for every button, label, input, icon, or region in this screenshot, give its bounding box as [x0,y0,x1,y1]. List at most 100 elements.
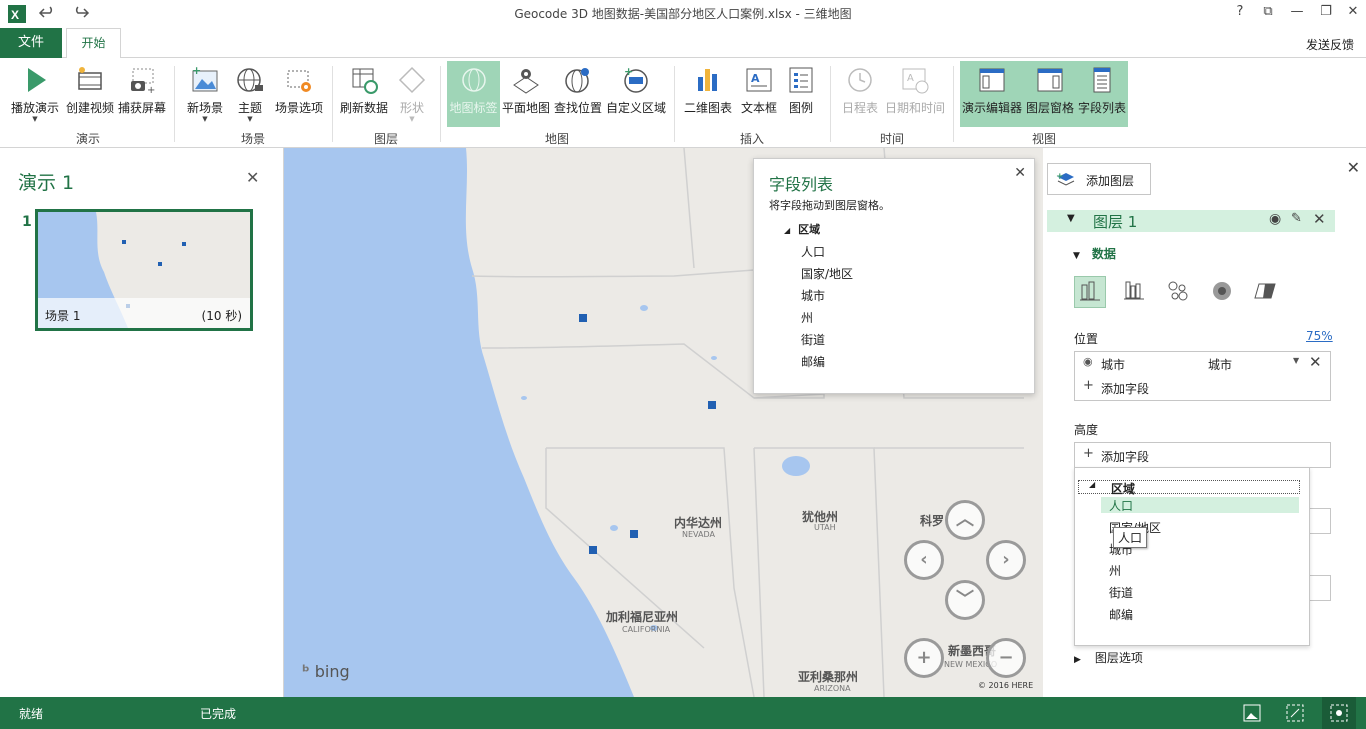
field-item[interactable]: 人口 [801,241,853,263]
ribbon-separator [440,66,441,142]
minimize-button[interactable]: — [1287,4,1307,22]
delete-icon[interactable]: ✕ [1313,210,1326,228]
maximize-button[interactable]: ❐ [1316,4,1336,22]
rotate-left-button[interactable]: ‹ [904,540,944,580]
chevron-down-icon[interactable]: ▼ [1293,356,1299,365]
rotate-right-button[interactable]: › [986,540,1026,580]
location-field-well[interactable]: ◉ 城市 城市 ▼ ✕ + 添加字段 [1074,351,1331,401]
group-label-scene: 场景 [240,132,265,146]
height-label: 高度 [1074,423,1099,437]
fit-view-icon[interactable] [1286,704,1304,722]
ribbon-display-button[interactable]: ⧉ [1258,4,1278,22]
zoom-in-button[interactable]: + [904,638,944,678]
bubble-icon[interactable] [1163,276,1195,308]
field-item[interactable]: 国家/地区 [801,263,853,285]
tilt-up-button[interactable]: ︿ [945,500,985,540]
flat-map-button[interactable]: 平面地图 [500,61,552,127]
capture-screen-button[interactable]: + 捕获屏幕 [116,61,168,127]
tour-editor-button[interactable]: 演示编辑器 [960,61,1024,127]
dropdown-item[interactable]: 街道 [1109,584,1133,601]
eye-icon[interactable]: ◉ [1269,211,1281,227]
dropdown-item[interactable]: 州 [1109,562,1121,579]
close-icon[interactable]: ✕ [1347,158,1360,177]
create-video-button[interactable]: 创建视频 [64,61,116,127]
scene-thumbnail[interactable]: 场景 1 (10 秒) [35,209,253,331]
legend-label: 图例 [788,101,813,115]
scene-options-button[interactable]: 场景选项 [272,61,326,127]
radio-icon[interactable]: ◉ [1083,355,1093,368]
close-icon[interactable]: ✕ [1014,165,1026,181]
bing-text: bing [314,662,350,681]
svg-text:+: + [624,65,633,78]
2d-chart-label: 二维图表 [683,101,732,115]
tab-home[interactable]: 开始 [66,28,121,59]
height-field-well[interactable]: + 添加字段 [1074,442,1331,468]
legend-icon [789,67,813,93]
add-location-field[interactable]: 添加字段 [1101,380,1149,397]
field-item[interactable]: 街道 [801,329,853,351]
legend-button[interactable]: 图例 [784,61,818,127]
find-location-button[interactable]: 查找位置 [552,61,604,127]
layer-header[interactable]: ▼ 图层 1 ◉ ✎ ✕ [1047,210,1335,232]
new-scene-icon: + [192,65,218,92]
add-height-field[interactable]: 添加字段 [1101,448,1149,465]
clustered-column-icon[interactable] [1119,276,1151,308]
2d-chart-button[interactable]: 二维图表 [682,61,734,127]
field-list-table[interactable]: ◢ 区域 [784,221,820,237]
full-screen-icon [1330,704,1348,722]
close-window-button[interactable]: ✕ [1343,4,1363,22]
help-button[interactable]: ? [1230,4,1250,22]
dropdown-table-row[interactable]: ◢ 区域 [1078,480,1300,496]
location-match-percent[interactable]: 75% [1306,329,1333,343]
map-view[interactable]: 内华达州 NEVADA 犹他州 UTAH 科罗 加利福尼亚州 CALIFORNI… [284,148,1043,697]
refresh-data-button[interactable]: 刷新数据 [338,61,390,127]
layer-name[interactable]: 图层 1 [1093,211,1137,232]
region-icon[interactable] [1251,276,1283,308]
map-labels-button[interactable]: 地图标签 [447,61,500,127]
view-mode-icon[interactable] [1243,704,1261,722]
map-labels-label: 地图标签 [449,101,498,115]
field-list-title: 字段列表 [769,175,834,194]
custom-regions-button[interactable]: + 自定义区域 [605,61,667,127]
tab-file[interactable]: 文件 [0,28,62,58]
chevron-down-icon: ▼ [247,115,253,123]
dropdown-item-selected[interactable]: 人口 [1101,497,1299,513]
send-feedback-link[interactable]: 发送反馈 [1306,36,1354,53]
dropdown-item[interactable]: 邮编 [1109,606,1133,623]
text-box-button[interactable]: A 文本框 [738,61,780,127]
layer-pane-button[interactable]: 图层窗格 [1024,61,1076,127]
theme-button[interactable]: 主题 ▼ [232,61,268,127]
full-screen-button[interactable] [1322,697,1356,729]
field-item[interactable]: 州 [801,307,853,329]
map-label-arizona-en: ARIZONA [814,684,851,693]
layer-pane-icon [1037,68,1063,92]
layer-options-header[interactable]: ▶ 图层选项 [1074,649,1143,666]
pencil-icon[interactable]: ✎ [1291,211,1302,226]
heat-map-icon[interactable] [1207,276,1239,308]
tilt-down-button[interactable]: ﹀ [945,580,985,620]
location-type-select[interactable]: 城市 [1208,356,1232,373]
scene-duration: (10 秒) [201,309,242,323]
stacked-column-icon[interactable] [1074,276,1106,308]
date-time-button[interactable]: A 日期和时间 [884,61,946,127]
zoom-out-button[interactable]: − [986,638,1026,678]
add-layer-button[interactable]: + 添加图层 [1047,163,1151,195]
clock-icon [848,68,872,92]
timeline-button[interactable]: 日程表 [838,61,882,127]
scene-options-label: 场景选项 [274,101,323,115]
new-scene-button[interactable]: + 新场景 ▼ [182,61,228,127]
drag-tooltip: 人口 [1113,527,1148,548]
shapes-button[interactable]: 形状 ▼ [394,61,430,127]
play-tour-button[interactable]: 播放演示 ▼ [8,61,62,127]
triangle-down-icon[interactable]: ▼ [1067,213,1075,224]
field-item[interactable]: 城市 [801,285,853,307]
data-section-header[interactable]: ▼ 数据 [1073,245,1116,262]
field-item[interactable]: 邮编 [801,351,853,373]
ribbon-separator [174,66,175,142]
triangle-down-icon: ◢ [1089,480,1096,489]
location-label: 位置 [1074,332,1099,346]
svg-text:+: + [1056,172,1064,182]
field-list-button[interactable]: 字段列表 [1076,61,1128,127]
remove-field-icon[interactable]: ✕ [1309,353,1322,371]
close-icon[interactable]: ✕ [246,168,259,187]
